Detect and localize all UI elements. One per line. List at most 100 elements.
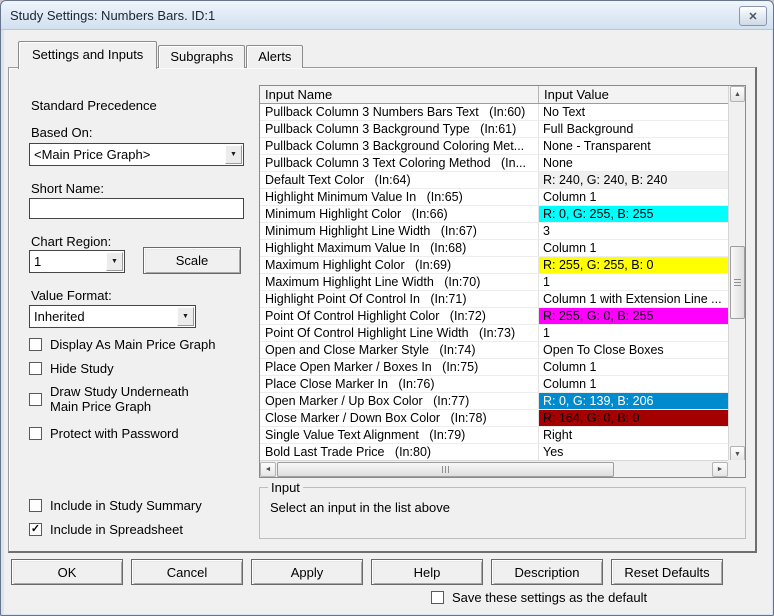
scrollbar-corner [728, 460, 745, 477]
column-header-input-name[interactable]: Input Name [260, 86, 539, 103]
window-title: Study Settings: Numbers Bars. ID:1 [10, 8, 216, 23]
table-row[interactable]: Point Of Control Highlight Color (In:72)… [260, 308, 728, 325]
cancel-button[interactable]: Cancel [131, 559, 243, 585]
scroll-up-icon[interactable]: ▲ [730, 86, 745, 102]
checkmark-icon[interactable]: ✓ [29, 523, 42, 536]
input-value-cell: Column 1 [543, 190, 597, 204]
input-value-cell: R: 0, G: 255, B: 255 [539, 206, 728, 222]
value-format-label: Value Format: [31, 288, 112, 303]
input-name-cell: Default Text Color (In:64) [260, 172, 539, 188]
value-format-select[interactable]: Inherited ▼ [29, 305, 196, 328]
table-row[interactable]: Minimum Highlight Color (In:66) R: 0, G: … [260, 206, 728, 223]
input-value-cell: No Text [543, 105, 586, 119]
input-name-cell: Place Open Marker / Boxes In (In:75) [260, 359, 539, 375]
table-row[interactable]: Open Marker / Up Box Color (In:77) R: 0, … [260, 393, 728, 410]
scroll-left-icon[interactable]: ◄ [260, 462, 276, 477]
column-header-input-value[interactable]: Input Value [539, 86, 728, 103]
short-name-input[interactable] [29, 198, 244, 219]
table-row[interactable]: Open and Close Marker Style (In:74) Open … [260, 342, 728, 359]
input-value-cell: 1 [543, 275, 550, 289]
checkbox-label: Include in Study Summary [50, 498, 202, 513]
input-value-cell: None [543, 156, 573, 170]
table-row[interactable]: Place Close Marker In (In:76) Column 1 [260, 376, 728, 393]
table-row[interactable]: Place Open Marker / Boxes In (In:75) Colu… [260, 359, 728, 376]
table-row[interactable]: Close Marker / Down Box Color (In:78) R: … [260, 410, 728, 427]
chart-region-label: Chart Region: [31, 234, 112, 249]
input-name-cell: Highlight Minimum Value In (In:65) [260, 189, 539, 205]
input-name-cell: Maximum Highlight Line Width (In:70) [260, 274, 539, 290]
input-value-cell: 1 [543, 326, 550, 340]
table-row[interactable]: Pullback Column 3 Numbers Bars Text (In:… [260, 104, 728, 121]
table-row[interactable]: Maximum Highlight Color (In:69) R: 255, G… [260, 257, 728, 274]
scroll-right-icon[interactable]: ► [712, 462, 728, 477]
study-settings-dialog: Study Settings: Numbers Bars. ID:1 ✕ Set… [0, 0, 774, 616]
input-value-cell: Column 1 [543, 360, 597, 374]
checkbox-label: Save these settings as the default [452, 590, 648, 605]
horizontal-scrollbar-thumb[interactable] [277, 462, 614, 477]
input-value-cell: R: 0, G: 139, B: 206 [539, 393, 728, 409]
table-row[interactable]: Highlight Maximum Value In (In:68) Column… [260, 240, 728, 257]
input-value-cell: Yes [543, 445, 564, 459]
table-row[interactable]: Single Value Text Alignment (In:79) Right [260, 427, 728, 444]
vertical-scrollbar[interactable]: ▲ ▼ [728, 86, 745, 462]
checkbox-box[interactable] [29, 338, 42, 351]
checkbox-save-these-settings-as-the-default[interactable]: Save these settings as the default [431, 590, 647, 605]
checkbox-box[interactable] [29, 499, 42, 512]
vertical-scrollbar-thumb[interactable] [730, 246, 745, 319]
input-groupbox: Input Select an input in the list above [259, 480, 746, 539]
inputs-table-body: Pullback Column 3 Numbers Bars Text (In:… [260, 104, 728, 461]
input-groupbox-message: Select an input in the list above [270, 500, 450, 515]
checkbox-draw-study-underneath-main-price-graph[interactable]: Draw Study Underneath Main Price Graph [29, 384, 189, 414]
checkbox-label: Include in Spreadsheet [50, 522, 183, 537]
input-value-cell: 3 [543, 224, 550, 238]
tab-settings-and-inputs[interactable]: Settings and Inputs [18, 41, 158, 69]
input-value-cell: Open To Close Boxes [543, 343, 664, 357]
checkbox-display-as-main-price-graph[interactable]: Display As Main Price Graph [29, 337, 215, 352]
apply-button[interactable]: Apply [251, 559, 363, 585]
chevron-down-icon[interactable]: ▼ [177, 307, 194, 326]
checkbox-box[interactable] [29, 362, 42, 375]
scale-button[interactable]: Scale [143, 247, 241, 274]
chart-region-value: 1 [34, 254, 42, 269]
chevron-down-icon[interactable]: ▼ [225, 145, 242, 164]
input-value-cell: None - Transparent [543, 139, 651, 153]
title-bar[interactable]: Study Settings: Numbers Bars. ID:1 ✕ [1, 1, 773, 30]
based-on-label: Based On: [31, 125, 93, 140]
table-row[interactable]: Pullback Column 3 Text Coloring Method (… [260, 155, 728, 172]
tab-subgraphs[interactable]: Subgraphs [158, 45, 246, 68]
reset-defaults-button[interactable]: Reset Defaults [611, 559, 723, 585]
input-name-cell: Pullback Column 3 Background Coloring Me… [260, 138, 539, 154]
checkbox-box[interactable] [29, 392, 42, 406]
checkbox-hide-study[interactable]: Hide Study [29, 361, 114, 376]
tab-alerts[interactable]: Alerts [246, 45, 304, 68]
input-value-cell: R: 255, G: 0, B: 255 [539, 308, 728, 324]
checkbox-protect-with-password[interactable]: Protect with Password [29, 426, 179, 441]
chart-region-select[interactable]: 1 ▼ [29, 250, 125, 273]
table-row[interactable]: Highlight Point Of Control In (In:71) Col… [260, 291, 728, 308]
input-name-cell: Pullback Column 3 Background Type (In:61… [260, 121, 539, 137]
ok-button[interactable]: OK [11, 559, 123, 585]
table-row[interactable]: Minimum Highlight Line Width (In:67) 3 [260, 223, 728, 240]
input-name-cell: Open and Close Marker Style (In:74) [260, 342, 539, 358]
table-row[interactable]: Default Text Color (In:64) R: 240, G: 240… [260, 172, 728, 189]
table-row[interactable]: Pullback Column 3 Background Type (In:61… [260, 121, 728, 138]
checkbox-box[interactable] [431, 591, 444, 604]
tab-strip: Settings and Inputs Subgraphs Alerts [18, 40, 304, 69]
chevron-down-icon[interactable]: ▼ [106, 252, 123, 271]
checkbox-box[interactable] [29, 427, 42, 440]
table-row[interactable]: Bold Last Trade Price (In:80) Yes [260, 444, 728, 461]
horizontal-scrollbar[interactable]: ◄ ► [260, 460, 728, 477]
input-name-cell: Point Of Control Highlight Color (In:72) [260, 308, 539, 324]
table-row[interactable]: Highlight Minimum Value In (In:65) Column… [260, 189, 728, 206]
based-on-select[interactable]: <Main Price Graph> ▼ [29, 143, 244, 166]
checkbox-include-in-study-summary[interactable]: Include in Study Summary [29, 498, 202, 513]
table-row[interactable]: Point Of Control Highlight Line Width (I… [260, 325, 728, 342]
help-button[interactable]: Help [371, 559, 483, 585]
based-on-value: <Main Price Graph> [34, 147, 151, 162]
close-button[interactable]: ✕ [739, 6, 767, 26]
description-button[interactable]: Description [491, 559, 603, 585]
table-row[interactable]: Maximum Highlight Line Width (In:70) 1 [260, 274, 728, 291]
table-row[interactable]: Pullback Column 3 Background Coloring Me… [260, 138, 728, 155]
checkbox-include-in-spreadsheet[interactable]: ✓ Include in Spreadsheet [29, 522, 183, 537]
input-name-cell: Highlight Maximum Value In (In:68) [260, 240, 539, 256]
